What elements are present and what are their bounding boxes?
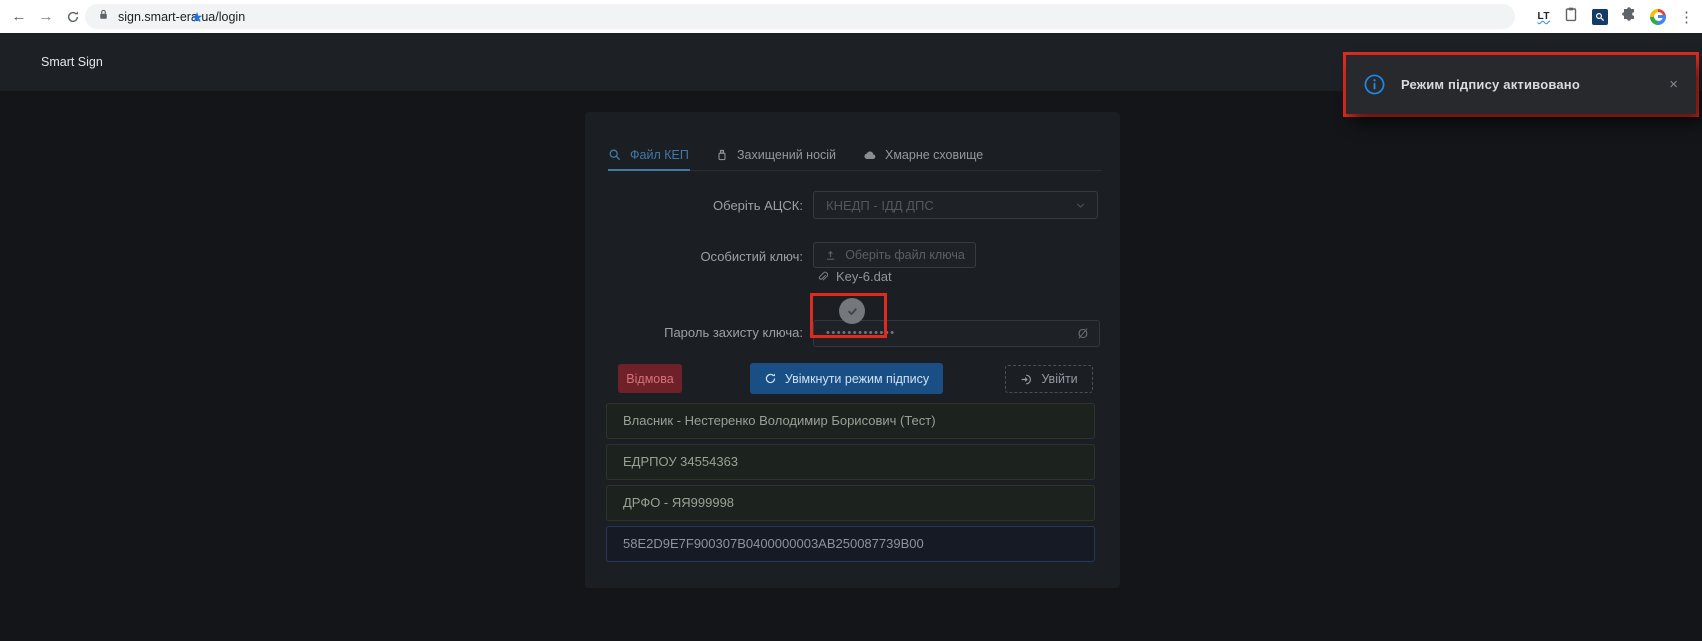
browser-menu-icon[interactable]: ⋮ bbox=[1679, 8, 1694, 26]
tab-label: Хмарне сховище bbox=[885, 148, 983, 162]
back-icon[interactable]: ← bbox=[6, 0, 32, 33]
refresh-icon bbox=[764, 372, 777, 385]
url-text: sign.smart-era.ua/login bbox=[118, 10, 245, 24]
tab-file-kep[interactable]: Файл КЕП bbox=[608, 148, 689, 162]
toast-notification: Режим підпису активовано × bbox=[1346, 55, 1696, 114]
enable-sign-mode-button[interactable]: Увімкнути режим підпису bbox=[750, 363, 943, 394]
brand-title: Smart Sign bbox=[41, 33, 103, 91]
edrpou-info-row[interactable]: ЕДРПОУ 34554363 bbox=[606, 444, 1095, 480]
url-bar[interactable]: sign.smart-era.ua/login bbox=[85, 4, 1515, 29]
usb-token-icon bbox=[715, 148, 729, 162]
languagetool-extension-icon[interactable]: LT bbox=[1538, 11, 1550, 22]
login-button[interactable]: Увійти bbox=[1005, 365, 1093, 393]
login-label: Увійти bbox=[1041, 372, 1077, 386]
toolbar-extensions: LT ⋮ bbox=[1538, 0, 1694, 33]
choose-key-file-button[interactable]: Оберіть файл ключа bbox=[813, 242, 976, 268]
check-annotation-box bbox=[810, 293, 887, 338]
puzzle-extensions-icon[interactable] bbox=[1621, 6, 1637, 27]
chevron-down-icon bbox=[1074, 199, 1087, 212]
password-label: Пароль захисту ключа: bbox=[585, 325, 803, 340]
upload-icon bbox=[824, 249, 837, 262]
extension-icon-blue[interactable] bbox=[1592, 9, 1608, 25]
decline-label: Відмова bbox=[626, 372, 673, 386]
tab-secure-token[interactable]: Захищений носій bbox=[715, 148, 836, 162]
owner-info-row[interactable]: Власник - Нестеренко Володимир Борисович… bbox=[606, 403, 1095, 439]
paperclip-icon bbox=[816, 270, 829, 283]
tab-cloud-storage[interactable]: Хмарне сховище bbox=[863, 148, 983, 162]
reload-icon[interactable] bbox=[60, 0, 86, 33]
drfo-info-row[interactable]: ДРФО - ЯЯ999998 bbox=[606, 485, 1095, 521]
lock-icon bbox=[97, 8, 110, 26]
info-icon bbox=[1364, 74, 1385, 95]
key-file-name: Key-6.dat bbox=[836, 269, 892, 284]
tab-label: Захищений носій bbox=[737, 148, 836, 162]
enable-sign-mode-label: Увімкнути режим підпису bbox=[785, 372, 929, 386]
forward-icon[interactable]: → bbox=[33, 0, 59, 33]
eye-slash-icon[interactable]: Ø bbox=[1078, 321, 1088, 346]
browser-window: ← → sign.smart-era.ua/login ★ LT ⋮ bbox=[0, 0, 1702, 641]
selected-key-file: Key-6.dat bbox=[816, 269, 892, 284]
browser-toolbar: ← → sign.smart-era.ua/login ★ LT ⋮ bbox=[0, 0, 1702, 33]
cloud-icon bbox=[863, 148, 877, 162]
login-arrow-icon bbox=[1020, 373, 1033, 386]
tab-label: Файл КЕП bbox=[630, 148, 689, 162]
toast-annotation-box: Режим підпису активовано × bbox=[1343, 52, 1699, 117]
toast-message: Режим підпису активовано bbox=[1401, 77, 1580, 92]
private-key-label: Особистий ключ: bbox=[585, 249, 803, 264]
clipboard-extension-icon[interactable] bbox=[1563, 6, 1579, 27]
google-icon[interactable] bbox=[1650, 9, 1666, 25]
bookmark-star-icon[interactable]: ★ bbox=[189, 9, 205, 25]
active-tab-underline bbox=[608, 169, 690, 171]
search-icon bbox=[608, 148, 622, 162]
decline-button[interactable]: Відмова bbox=[618, 364, 682, 393]
choose-key-file-label: Оберіть файл ключа bbox=[845, 248, 965, 262]
acsk-select[interactable]: КНЕДП - ІДД ДПС bbox=[813, 191, 1098, 219]
acsk-selected-value: КНЕДП - ІДД ДПС bbox=[826, 198, 934, 213]
acsk-label: Оберіть АЦСК: bbox=[585, 198, 803, 213]
close-icon[interactable]: × bbox=[1669, 76, 1678, 93]
login-card: Файл КЕП Захищений носій Хмарне сховище … bbox=[585, 112, 1120, 588]
certificate-serial-row[interactable]: 58E2D9E7F900307B0400000003AB250087739B00 bbox=[606, 526, 1095, 562]
